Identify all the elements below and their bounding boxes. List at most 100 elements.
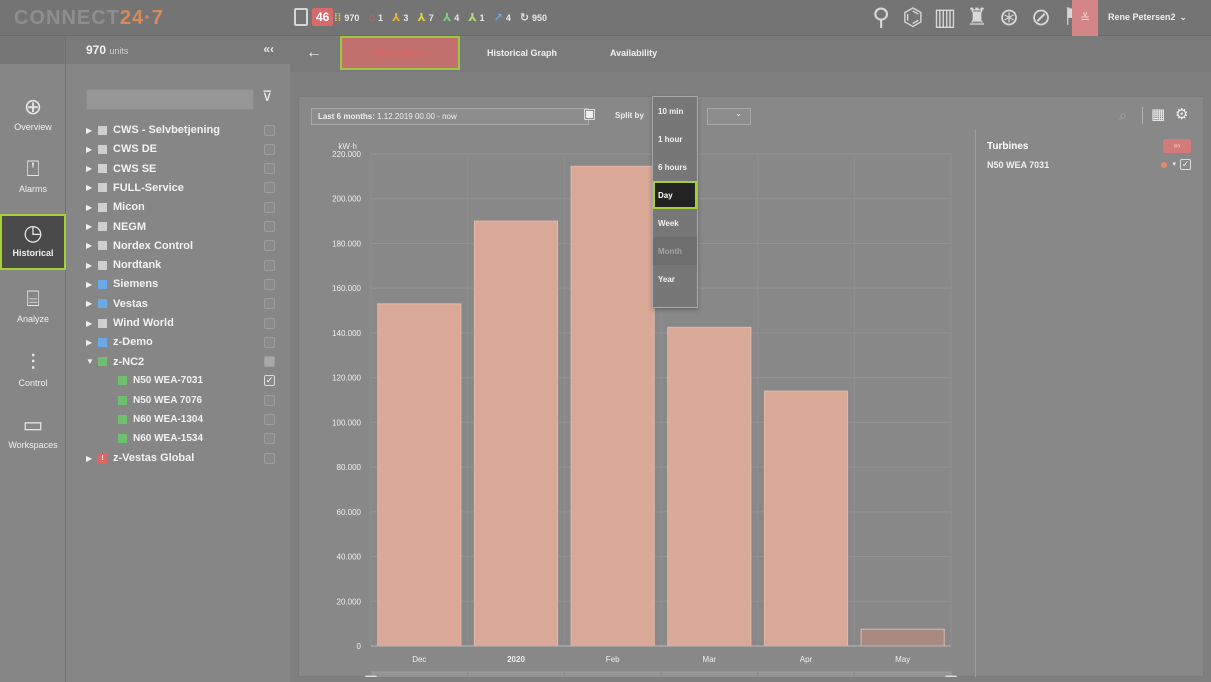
status-count[interactable]: ⌂ 1 <box>368 11 383 24</box>
tree-item[interactable]: ▶ Nordtank <box>86 257 286 273</box>
turbine-checkbox[interactable]: ✓ <box>1180 159 1191 170</box>
status-count[interactable]: ↻ 950 <box>520 11 547 24</box>
tower-icon[interactable]: ♜ <box>964 4 990 32</box>
tree-item[interactable]: ▶ z-Demo <box>86 334 286 350</box>
tree-item[interactable]: ▶ Siemens <box>86 276 286 292</box>
caret-right-icon[interactable]: ▶ <box>86 203 98 212</box>
unit-search-input[interactable] <box>86 89 254 110</box>
status-count[interactable]: ↗ 4 <box>494 11 511 24</box>
tree-item-checkbox[interactable] <box>264 452 275 464</box>
split-option[interactable]: Week <box>653 209 697 237</box>
connect247-logo[interactable]: CONNECT24·7 <box>14 7 164 30</box>
caret-right-icon[interactable]: ▶ <box>86 145 98 154</box>
user-menu[interactable]: Rene Petersen2 ⌄ <box>1108 12 1187 23</box>
caret-right-icon[interactable]: ▶ <box>86 454 98 463</box>
bar-mar[interactable] <box>667 326 752 647</box>
tree-item[interactable]: N60 WEA-1534 <box>118 431 318 447</box>
caret-right-icon[interactable]: ▶ <box>86 261 98 270</box>
nav-item-overview[interactable]: ⊕ Overview <box>0 88 66 144</box>
split-by-select[interactable]: ⌄ <box>707 108 751 125</box>
tab-historical-graph[interactable]: Historical Graph <box>487 48 557 58</box>
tree-item[interactable]: ▶ Wind World <box>86 315 286 331</box>
tree-item[interactable]: ▶ Vestas <box>86 296 286 312</box>
tree-item-checkbox[interactable] <box>264 124 275 136</box>
tree-item-checkbox[interactable] <box>264 143 275 155</box>
caret-right-icon[interactable]: ▶ <box>86 222 98 231</box>
navigator-right-handle[interactable] <box>944 675 958 677</box>
status-count[interactable]: ⅄ 3 <box>392 11 408 24</box>
tree-item[interactable]: N50 WEA 7076 <box>118 392 318 408</box>
expand-panel-button[interactable]: »› <box>1163 139 1191 153</box>
tree-item-checkbox[interactable] <box>264 298 275 310</box>
bar-dec[interactable] <box>377 303 462 647</box>
nav-item-control[interactable]: ⫶ Control <box>0 344 66 400</box>
tree-item[interactable]: N60 WEA-1304 <box>118 412 318 428</box>
date-range-field[interactable]: Last 6 months: 1.12.2019 00.00 - now <box>311 108 589 125</box>
caret-right-icon[interactable]: ▶ <box>86 241 98 250</box>
tree-item-checkbox[interactable]: ✓ <box>264 375 275 387</box>
caret-down-icon[interactable]: ▾ <box>1172 160 1176 168</box>
tree-item-checkbox[interactable] <box>264 317 275 329</box>
split-option[interactable]: 1 hour <box>653 125 697 153</box>
tree-item[interactable]: ▶ NEGM <box>86 219 286 235</box>
settings-gear-icon[interactable]: ⚙ <box>1175 105 1188 123</box>
tree-item-checkbox[interactable] <box>264 201 275 213</box>
tree-item[interactable]: ▼ z-NC2 <box>86 354 286 370</box>
tree-item-checkbox[interactable] <box>264 163 275 175</box>
split-option[interactable]: 6 hours <box>653 153 697 181</box>
tree-item-checkbox[interactable] <box>264 240 275 252</box>
tree-item[interactable]: ▶ CWS - Selvbetjening <box>86 122 286 138</box>
split-option[interactable]: Year <box>653 265 697 293</box>
caret-right-icon[interactable]: ▶ <box>86 164 98 173</box>
tree-item-checkbox[interactable] <box>264 433 275 445</box>
status-count[interactable]: ⁞⁞ 970 <box>334 11 359 24</box>
wind-turbine-icon[interactable]: ⚲ <box>868 4 894 32</box>
caret-right-icon[interactable]: ▶ <box>86 126 98 135</box>
caret-right-icon[interactable]: ▶ <box>86 299 98 308</box>
caret-right-icon[interactable]: ▶ <box>86 319 98 328</box>
factory-icon[interactable]: ▥ <box>932 4 958 32</box>
status-count[interactable]: ⅄ 1 <box>468 11 484 24</box>
tree-item[interactable]: ▶! z-Vestas Global <box>86 450 286 466</box>
bolt-icon[interactable]: ⊘ <box>1028 4 1054 32</box>
collapse-panel-icon[interactable]: «‹ <box>263 42 274 56</box>
nav-item-alarms[interactable]: ⍞ Alarms <box>0 150 66 206</box>
filter-icon[interactable]: ⊽ <box>262 88 272 105</box>
caret-down-icon[interactable]: ▼ <box>86 357 98 366</box>
tree-item[interactable]: ▶ FULL-Service <box>86 180 286 196</box>
split-option[interactable]: Day <box>653 181 697 209</box>
status-count[interactable]: ⅄ 7 <box>417 11 433 24</box>
nav-item-historical[interactable]: ◷ Historical <box>0 214 66 270</box>
tree-item[interactable]: ▶ Micon <box>86 199 286 215</box>
tree-item-checkbox[interactable] <box>264 182 275 194</box>
tree-item[interactable]: N50 WEA-7031 ✓ <box>118 373 318 389</box>
tree-item-checkbox[interactable] <box>264 394 275 406</box>
alarm-counter[interactable]: 46 <box>294 8 334 26</box>
bar-may[interactable] <box>860 628 945 647</box>
tree-item-checkbox[interactable] <box>264 259 275 271</box>
tree-item-checkbox[interactable] <box>264 414 275 425</box>
caret-right-icon[interactable]: ▶ <box>86 280 98 289</box>
tree-item-checkbox[interactable] <box>264 221 275 232</box>
tree-item-checkbox[interactable] <box>264 336 275 348</box>
back-arrow-icon[interactable]: ← <box>306 44 322 62</box>
nav-item-workspaces[interactable]: ▭ Workspaces <box>0 406 66 462</box>
search-icon[interactable]: ⌕ <box>1119 107 1127 124</box>
tab-production[interactable]: Production <box>340 36 460 70</box>
bar-feb[interactable] <box>570 165 655 647</box>
power-plant-icon[interactable]: ⌬ <box>900 4 926 32</box>
bar-apr[interactable] <box>763 390 849 647</box>
turbine-row[interactable]: N50 WEA 7031 ▾ ✓ <box>987 159 1197 174</box>
navigator-left-handle[interactable] <box>364 675 378 677</box>
caret-right-icon[interactable]: ▶ <box>86 183 98 192</box>
calendar-icon[interactable]: ▣ <box>583 105 596 122</box>
tree-item-checkbox[interactable] <box>264 278 275 290</box>
caret-right-icon[interactable]: ▶ <box>86 338 98 347</box>
series-color-icon[interactable] <box>1161 162 1167 168</box>
nav-item-analyze[interactable]: ⌸ Analyze <box>0 280 66 336</box>
tree-item[interactable]: ▶ CWS SE <box>86 161 286 177</box>
tree-item[interactable]: ▶ Nordex Control <box>86 238 286 254</box>
user-alert-button[interactable]: ≚ <box>1072 0 1098 36</box>
tab-availability[interactable]: Availability <box>610 48 657 58</box>
table-view-icon[interactable]: ▦ <box>1151 105 1165 123</box>
